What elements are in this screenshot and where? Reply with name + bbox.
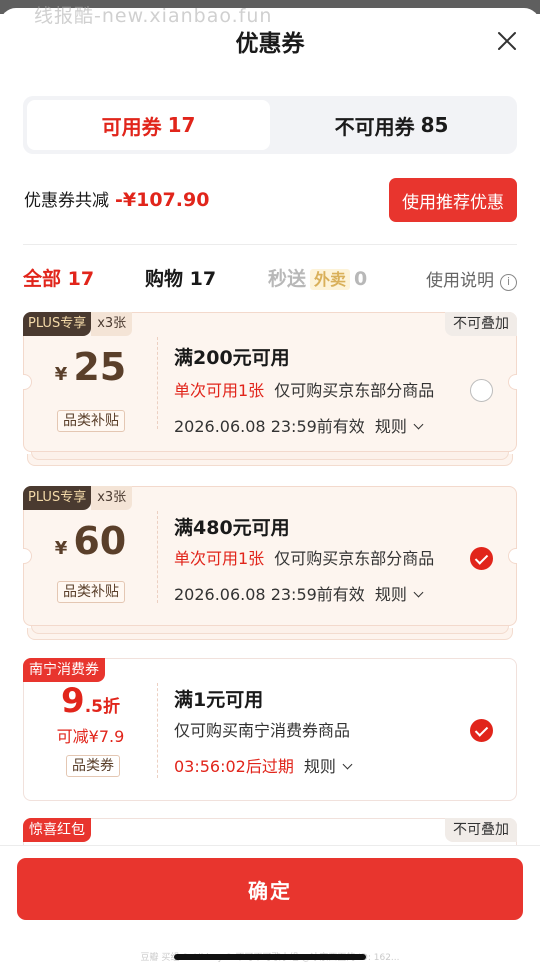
not-stackable-tag: 不可叠加 — [445, 312, 517, 336]
chevron-down-icon — [413, 419, 424, 430]
tab-unavailable-label: 不可用券 — [334, 114, 415, 139]
discount-amount: -¥107.90 — [115, 189, 210, 211]
discount-value: 9.5折 — [24, 681, 157, 721]
filter-all-count: 17 — [67, 268, 95, 290]
plus-tag-label: PLUS专享 — [23, 486, 92, 510]
coupon-card[interactable]: PLUS专享 x3张 ¥60 品类补贴 满480元可用 单次可用1张 仅可购买京东… — [23, 486, 517, 626]
tab-unavailable[interactable]: 不可用券 85 — [270, 100, 513, 150]
divider — [23, 244, 517, 245]
city-coupon-tag: 南宁消费券 — [23, 658, 105, 682]
tab-available[interactable]: 可用券 17 — [27, 100, 270, 150]
filter-shopping[interactable]: 购物 17 — [145, 264, 216, 291]
discount-sub: .5折 — [84, 697, 120, 717]
coupon-card[interactable]: PLUS专享 x3张 不可叠加 ¥25 品类补贴 满200元可用 单次可用1张仅… — [23, 312, 517, 452]
coupon-sheet: 优惠券 可用券 17 不可用券 85 优惠券共减 -¥107.90 使用推荐优惠 … — [0, 8, 540, 970]
coupon-expiry: 03:56:02后过期 规则 — [174, 753, 353, 777]
currency-symbol: ¥ — [54, 538, 68, 559]
tab-available-label: 可用券 — [101, 114, 162, 139]
coupon-description: 单次可用1张 仅可购买京东部分商品 — [174, 377, 434, 401]
info-icon: i — [500, 274, 517, 291]
coupon-tabs: 可用券 17 不可用券 85 — [23, 96, 517, 154]
coupon-scope: 仅可购买京东部分商品 — [274, 549, 435, 568]
category-filters: 全部 17 购物 17 秒送 外卖 0 使用说明 i — [23, 264, 517, 294]
rules-link[interactable]: 规则 — [375, 417, 407, 436]
coupon-expiry: 2026.06.08 23:59前有效 规则 — [174, 413, 424, 437]
category-badge: 品类券 — [66, 755, 120, 777]
filter-shopping-count: 17 — [189, 268, 217, 290]
category-badge: 品类补贴 — [57, 581, 125, 603]
tab-available-count: 17 — [167, 113, 196, 137]
footer-bar: 确定 豆瓣 买组 & All buy & 不可不可歌小组 @冰京西面的 ID: … — [0, 845, 540, 970]
tab-unavailable-count: 85 — [420, 113, 449, 137]
rules-link[interactable]: 规则 — [304, 757, 336, 776]
usage-limit: 单次可用1张 — [174, 381, 265, 400]
countdown: 03:56:02后过期 — [174, 757, 294, 776]
coupon-select-radio[interactable] — [470, 547, 493, 570]
quantity-tag: x3张 — [91, 486, 133, 510]
home-indicator — [174, 954, 366, 960]
filter-flash-delivery[interactable]: 秒送 外卖 0 — [268, 264, 367, 291]
coupon-value: ¥60 — [24, 519, 157, 563]
coupon-separator — [157, 337, 158, 429]
usage-instructions-link[interactable]: 使用说明 i — [426, 266, 517, 291]
discount-main: 9 — [61, 681, 85, 721]
expiry-date: 2026.06.08 23:59前有效 — [174, 585, 365, 604]
filter-all[interactable]: 全部 17 — [23, 264, 94, 291]
confirm-button[interactable]: 确定 — [17, 858, 523, 920]
chevron-down-icon — [413, 587, 424, 598]
use-recommended-button[interactable]: 使用推荐优惠 — [389, 178, 517, 222]
rules-link[interactable]: 规则 — [375, 585, 407, 604]
filter-shopping-label: 购物 — [145, 268, 184, 290]
not-stackable-tag: 不可叠加 — [445, 818, 517, 842]
watermark: 线报酷-new.xianbao.fun — [34, 5, 273, 27]
coupon-condition: 满480元可用 — [174, 517, 290, 539]
category-badge: 品类补贴 — [57, 410, 125, 432]
coupon-value: ¥25 — [24, 345, 157, 389]
quantity-tag: x3张 — [91, 312, 133, 336]
plus-exclusive-tag: PLUS专享 x3张 — [23, 312, 133, 336]
usage-instructions-label: 使用说明 — [426, 271, 494, 291]
coupon-condition: 满1元可用 — [174, 689, 264, 711]
currency-symbol: ¥ — [54, 364, 68, 385]
reduce-amount: 可减¥7.9 — [56, 727, 125, 746]
coupon-scope: 仅可购买京东部分商品 — [274, 381, 435, 400]
filter-all-label: 全部 — [23, 268, 62, 290]
coupon-amount: 25 — [73, 345, 127, 389]
coupon-select-radio[interactable] — [470, 719, 493, 742]
takeout-badge: 外卖 — [310, 269, 351, 290]
chevron-down-icon — [342, 759, 353, 770]
close-icon[interactable] — [496, 30, 518, 52]
coupon-amount: 60 — [73, 519, 127, 563]
coupon-notch — [508, 374, 517, 390]
coupon-expiry: 2026.06.08 23:59前有效 规则 — [174, 581, 424, 605]
coupon-card[interactable]: 南宁消费券 9.5折 可减¥7.9 品类券 满1元可用 仅可购买南宁消费券商品 … — [23, 658, 517, 801]
discount-summary: 优惠券共减 -¥107.90 — [24, 186, 209, 211]
coupon-scope: 仅可购买南宁消费券商品 — [174, 721, 351, 740]
coupon-notch — [508, 548, 517, 564]
discount-label: 优惠券共减 — [24, 191, 109, 211]
expiry-date: 2026.06.08 23:59前有效 — [174, 417, 365, 436]
usage-limit: 单次可用1张 — [174, 549, 265, 568]
surprise-red-packet-tag: 惊喜红包 — [23, 818, 91, 842]
page-title: 优惠券 — [235, 31, 305, 57]
coupon-select-radio[interactable] — [470, 379, 493, 402]
coupon-separator — [157, 683, 158, 778]
coupon-condition: 满200元可用 — [174, 347, 290, 369]
plus-tag-label: PLUS专享 — [23, 312, 92, 336]
filter-flash-label: 秒送 — [268, 268, 307, 290]
coupon-description: 单次可用1张 仅可购买京东部分商品 — [174, 545, 434, 569]
plus-exclusive-tag: PLUS专享 x3张 — [23, 486, 133, 510]
filter-flash-count: 0 — [354, 268, 368, 290]
coupon-separator — [157, 511, 158, 603]
